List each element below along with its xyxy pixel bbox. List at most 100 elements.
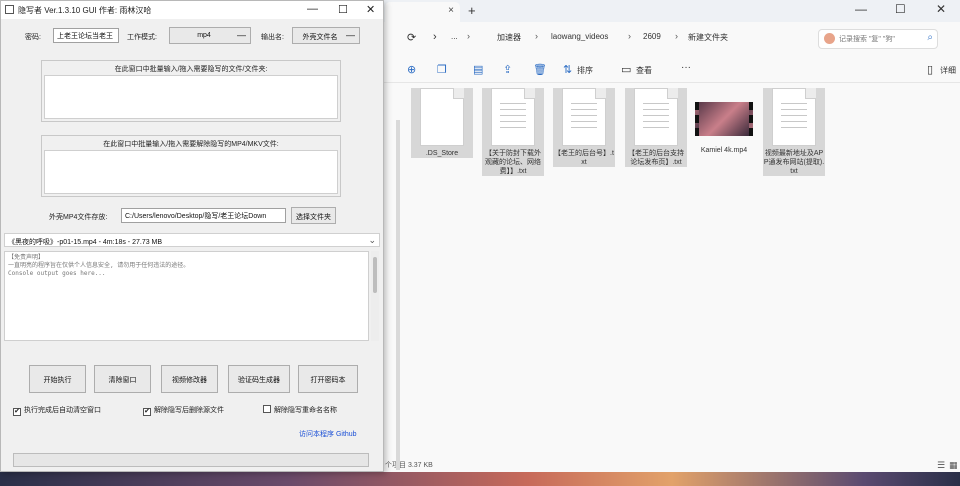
scrollbar-thumb[interactable] [373,257,377,293]
more-options-button[interactable]: ··· [681,62,691,73]
chevron-right-icon[interactable]: › [433,31,437,43]
rename-checkbox[interactable]: 解除隐写重命名名称 [263,405,337,415]
password-input[interactable]: 上老王论坛当老王 [53,28,119,43]
new-tab-button[interactable]: + [468,3,476,18]
file-explorer-window: × + — ☐ ✕ ⟳ › ... › 加速器 › laowang_videos… [375,0,960,472]
choose-folder-button[interactable]: 选择文件夹 [291,207,336,224]
output-value: 外壳文件名 [302,34,338,41]
file-name: .DS_Store [425,150,459,157]
tool-close-button[interactable]: ✕ [366,3,375,16]
grid-view-icon[interactable]: ▦ [949,460,958,471]
sort-button[interactable]: 排序 [577,65,593,76]
checkbox-check-icon[interactable]: ✔ [13,408,21,416]
decode-file-list[interactable] [44,150,338,194]
mode-dropdown[interactable]: mp4 — [169,27,251,44]
output-dropdown[interactable]: 外壳文件名 — [292,27,360,44]
encode-frame-caption: 在此窗口中批量输入/拖入需要隐写的文件/文件夹: [114,66,268,73]
mode-label: 工作模式: [127,34,157,41]
explorer-close-button[interactable]: ✕ [936,2,946,16]
breadcrumb-item[interactable]: 新建文件夹 [688,32,728,43]
explorer-command-bar: ⊕ ❐ ▤ ⇪ 🗑 ⇅ 排序 ▭ 查看 ··· ▯ 详细 [375,55,960,83]
breadcrumb-more[interactable]: ... [451,32,458,41]
document-icon [772,88,816,146]
console-line: Console output goes here... [8,270,106,277]
verify-generator-button[interactable]: 验证码生成器 [228,365,290,393]
open-password-book-button[interactable]: 打开密码本 [298,365,358,393]
chevron-down-icon[interactable]: ⌄ [368,235,376,246]
breadcrumb-separator-icon: › [628,31,631,41]
list-view-icon[interactable]: ☰ [937,460,945,471]
refresh-icon[interactable]: ⟳ [407,31,416,44]
console-line: 【免责声明】 [8,254,45,261]
video-fixer-button[interactable]: 视频修改器 [161,365,218,393]
document-icon [562,88,606,146]
breadcrumb-item[interactable]: 加速器 [497,32,521,43]
file-item[interactable]: .DS_Store [411,88,473,158]
cover-path-input[interactable]: C:/Users/lenovo/Desktop/隐写/老王论坛Down [121,208,286,223]
explorer-maximize-button[interactable]: ☐ [895,2,906,16]
status-bar: 个项目 3.37 KB ☰ ▦ [375,458,960,472]
search-placeholder: 记录搜索 "复" "狗" [839,36,895,43]
clear-window-button[interactable]: 清除窗口 [94,365,151,393]
encode-input-frame: 在此窗口中批量输入/拖入需要隐写的文件/文件夹: [41,60,341,122]
progress-bar [13,453,369,467]
auto-clear-checkbox[interactable]: ✔ 执行完成后自动清空窗口 [13,405,101,416]
copy-icon[interactable]: ❐ [437,63,447,76]
avatar-icon [824,33,835,44]
file-name: Kamiel 4k.mp4 [700,147,748,154]
tool-maximize-button[interactable]: ☐ [338,3,348,16]
tool-title-bar[interactable]: 隐写者 Ver.1.3.10 GUI 作者: 雨林汉哈 — ☐ ✕ [1,1,383,19]
view-icon[interactable]: ▭ [621,63,631,76]
explorer-nav-scrollbar[interactable] [396,120,400,470]
video-thumbnail [695,102,753,136]
document-icon [491,88,535,146]
explorer-search-box[interactable]: 记录搜索 "复" "狗" ⌕ [818,29,938,49]
address-bar: ⟳ › ... › 加速器 › laowang_videos › 2609 › … [375,22,960,52]
cover-path-label: 外壳MP4文件存放: [49,214,108,221]
console-scrollbar[interactable] [371,251,379,341]
explorer-tab[interactable]: × [385,2,460,22]
tool-minimize-button[interactable]: — [307,3,318,15]
breadcrumb-item[interactable]: 2609 [643,32,661,41]
file-item[interactable]: 【老王的后台号】.txt [553,88,615,167]
file-name: 视频最新地址及APP通发布网站(提取).txt [763,150,825,175]
file-info-combobox[interactable]: 《黑夜的呼吸》-p01-15.mp4 - 4m:18s - 27.73 MB ⌄ [4,233,380,247]
breadcrumb-separator-icon: › [675,31,678,41]
sort-icon[interactable]: ⇅ [563,63,572,76]
document-icon [634,88,678,146]
search-icon[interactable]: ⌕ [927,32,933,43]
file-item[interactable]: 视频最新地址及APP通发布网站(提取).txt [763,88,825,176]
decode-input-frame: 在此窗口中批量输入/拖入需要解除隐写的MP4/MKV文件: [41,135,341,197]
breadcrumb-item[interactable]: laowang_videos [551,32,608,41]
github-link[interactable]: 访问本程序 Github [299,429,357,439]
details-button[interactable]: 详细 [940,65,956,76]
delete-source-checkbox[interactable]: ✔ 解除隐写后删除源文件 [143,405,224,416]
explorer-tab-bar: × + — ☐ ✕ [375,0,960,22]
checkbox-label: 解除隐写重命名名称 [274,407,337,414]
details-pane-icon[interactable]: ▯ [927,63,933,76]
encode-file-list[interactable] [44,75,338,119]
console-output[interactable]: 【免责声明】 一直明亮的程序旨在仅供个人信息安全, 请勿用于任何违法的途径。 C… [4,251,369,341]
checkbox-label: 解除隐写后删除源文件 [154,407,224,414]
explorer-minimize-button[interactable]: — [855,2,867,16]
file-item[interactable]: 【老王的后台支持论坛发布页】.txt [625,88,687,167]
file-item[interactable]: Kamiel 4k.mp4 [693,88,755,155]
tab-close-icon[interactable]: × [448,5,454,16]
window-title: 隐写者 Ver.1.3.10 GUI 作者: 雨林汉哈 [18,6,152,15]
app-icon [5,5,14,14]
view-button[interactable]: 查看 [636,65,652,76]
share-icon[interactable]: ⇪ [503,63,512,76]
checkbox-check-icon[interactable]: ✔ [143,408,151,416]
file-item[interactable]: 【关于防封下载外观藏的论坛、网络费】】.txt [482,88,544,176]
delete-icon[interactable]: 🗑 [533,63,547,76]
dropdown-arrow-icon: — [237,30,246,40]
file-name: 【关于防封下载外观藏的论坛、网络费】】.txt [485,150,541,175]
new-item-icon[interactable]: ⊕ [407,63,416,76]
paste-icon[interactable]: ▤ [473,63,483,76]
file-name: 【老王的后台支持论坛发布页】.txt [628,150,684,166]
breadcrumb-separator-icon: › [535,31,538,41]
breadcrumb-separator-icon: › [467,31,470,41]
checkbox-box[interactable] [263,405,271,413]
checkbox-label: 执行完成后自动清空窗口 [24,407,101,414]
start-button[interactable]: 开始执行 [29,365,86,393]
